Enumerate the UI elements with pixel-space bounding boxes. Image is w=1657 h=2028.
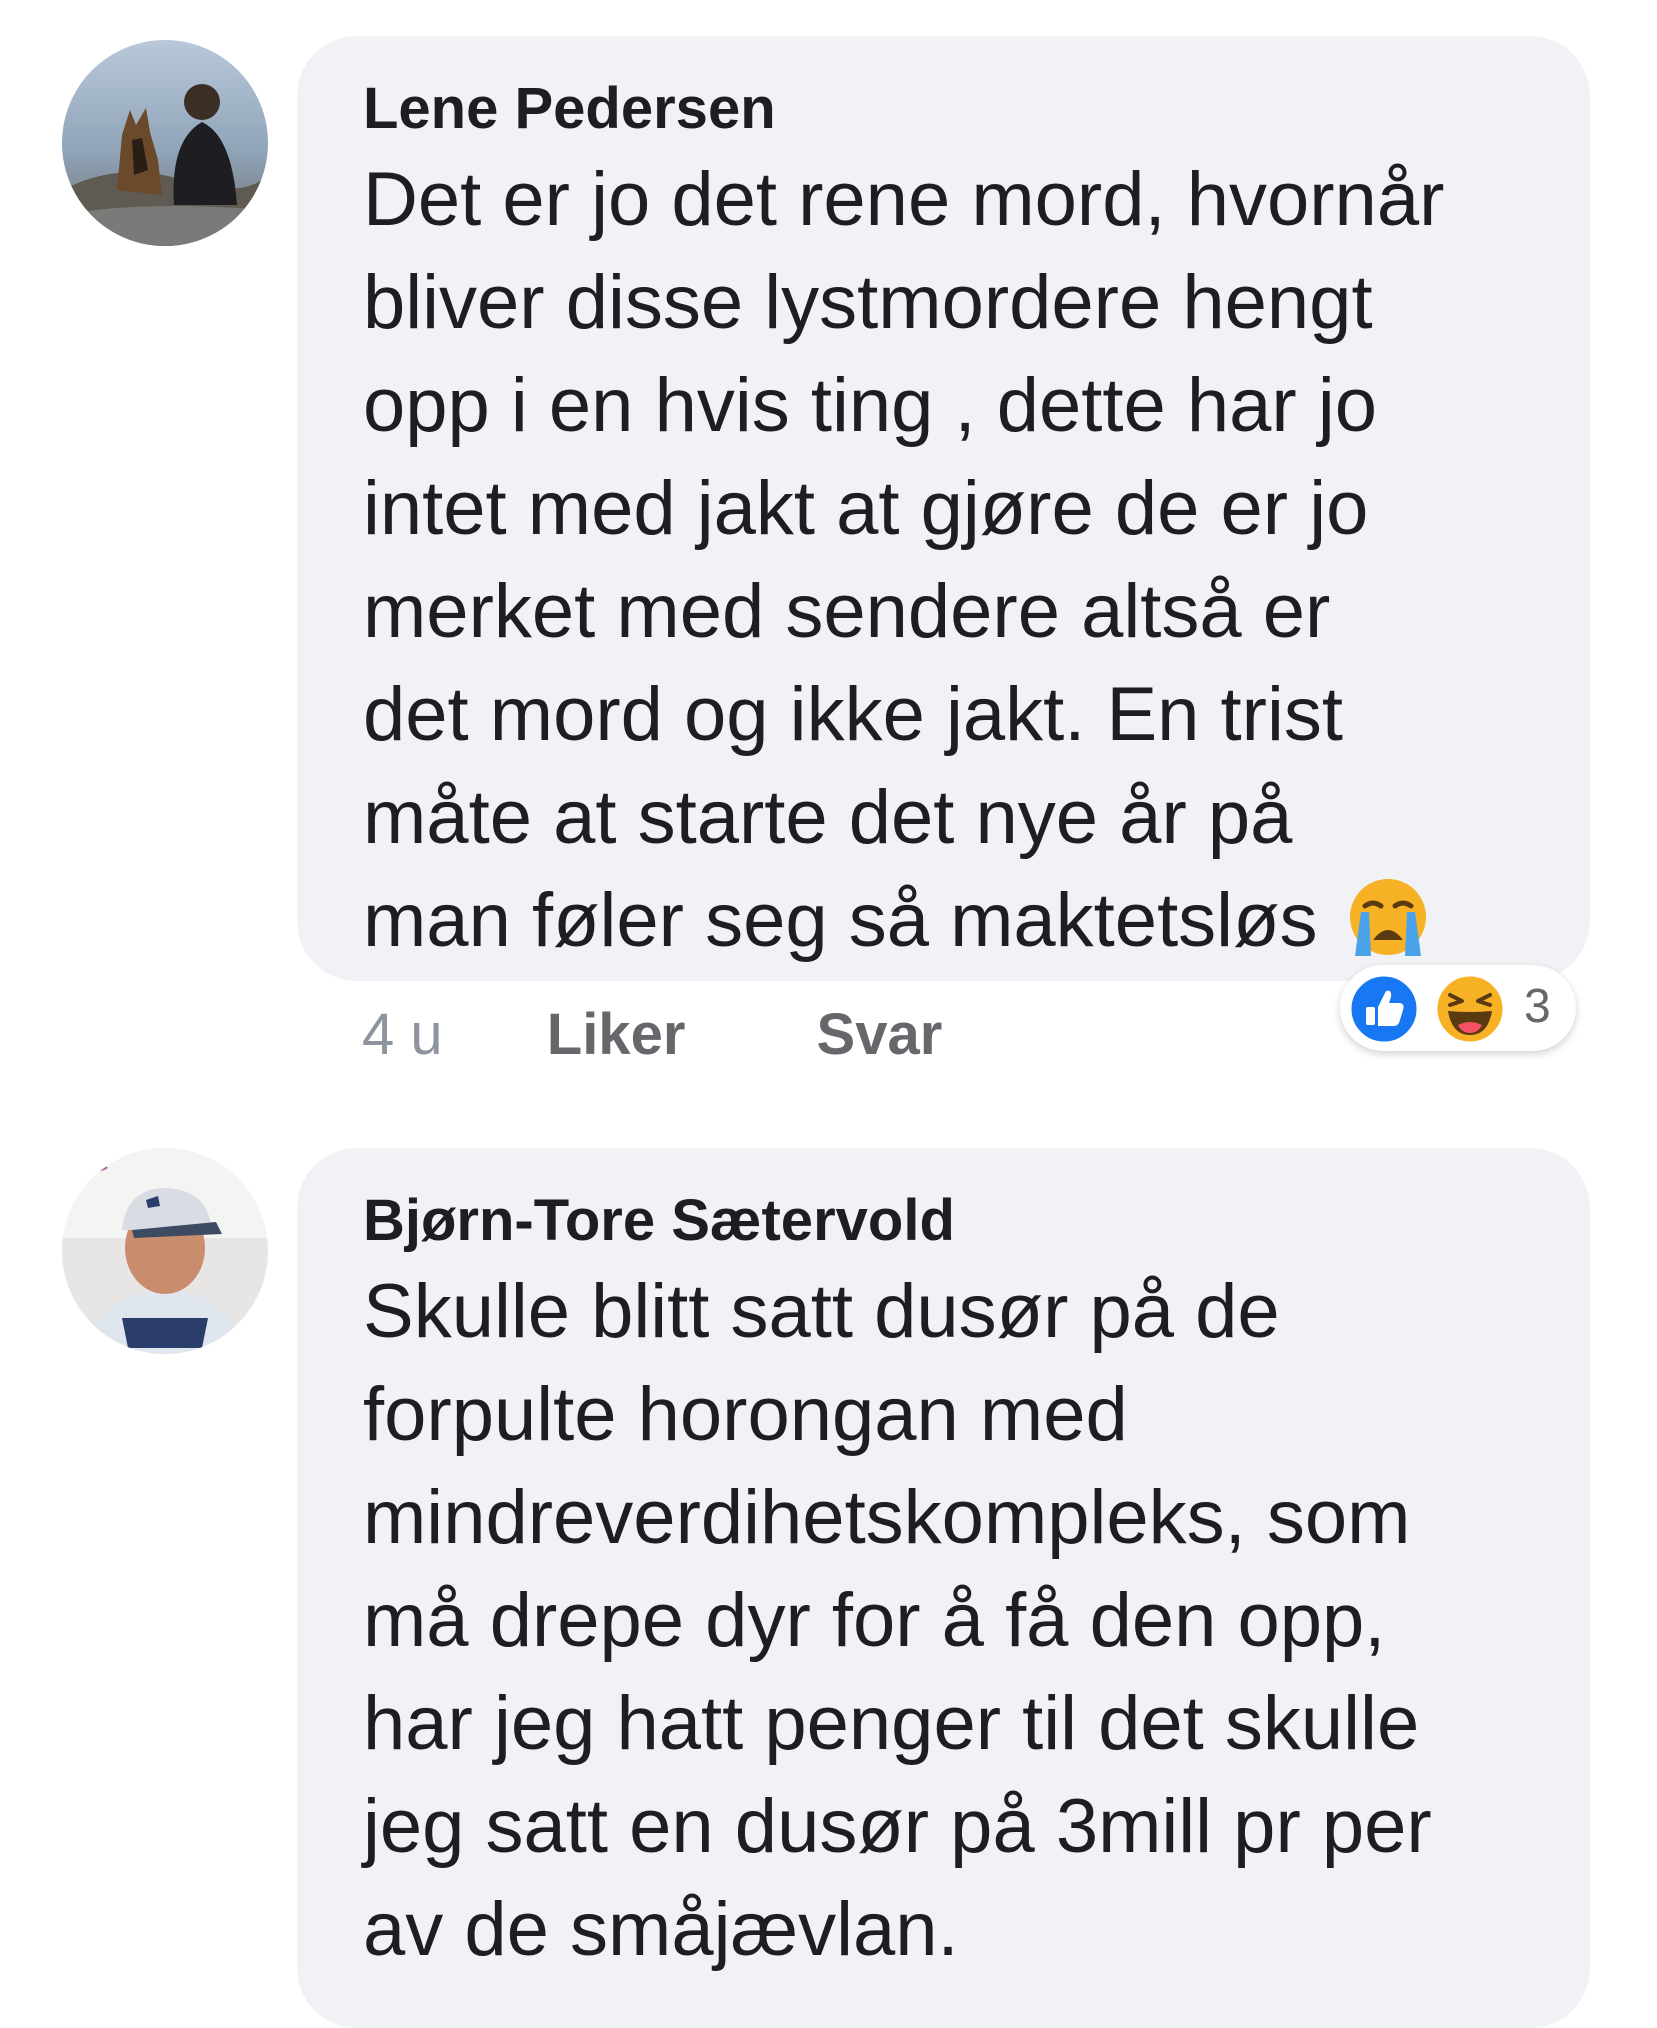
text-line: jeg satt en dusør på 3mill pr per: [363, 1784, 1432, 1869]
like-reaction-icon: [1348, 973, 1420, 1050]
text-line: Skulle blitt satt dusør på de: [363, 1269, 1280, 1354]
like-button[interactable]: Liker: [547, 1002, 686, 1067]
comment-author[interactable]: Lene Pedersen: [363, 74, 1520, 144]
comment-timestamp[interactable]: 4 u: [362, 1002, 443, 1067]
comment-bubble: Lene Pedersen Det er jo det rene mord, h…: [297, 36, 1590, 981]
comment-text: Skulle blitt satt dusør på de forpulte h…: [363, 1260, 1520, 1981]
text-line: man føler seg så maktetsløs: [363, 878, 1318, 963]
text-line-last: man føler seg så maktetsløs: [363, 869, 1520, 984]
haha-reaction-icon: [1434, 973, 1506, 1050]
text-line: det mord og ikke jakt. En trist: [363, 672, 1343, 757]
text-line: forpulte horongan med: [363, 1372, 1128, 1457]
reaction-count: 3: [1524, 980, 1551, 1033]
comment-bubble: Bjørn-Tore Sætervold Skulle blitt satt d…: [297, 1148, 1590, 2028]
text-line: Det er jo det rene mord, hvornår: [363, 157, 1445, 242]
text-line: måte at starte det nye år på: [363, 775, 1293, 860]
comment-text: Det er jo det rene mord, hvornår bliver …: [363, 148, 1520, 984]
text-line: merket med sendere altså er: [363, 569, 1331, 654]
text-line: opp i en hvis ting , dette har jo: [363, 363, 1377, 448]
text-line: intet med jakt at gjøre de er jo: [363, 466, 1369, 551]
text-line: av de småjævlan.: [363, 1887, 959, 1972]
text-line: mindreverdihetskompleks, som: [363, 1475, 1411, 1560]
reaction-summary[interactable]: 3: [1340, 965, 1576, 1051]
text-line: har jeg hatt penger til det skulle: [363, 1681, 1420, 1766]
comment-author[interactable]: Bjørn-Tore Sætervold: [363, 1186, 1520, 1256]
avatar[interactable]: [62, 1148, 268, 1354]
text-line: bliver disse lystmordere hengt: [363, 260, 1373, 345]
avatar[interactable]: [62, 40, 268, 246]
text-line: må drepe dyr for å få den opp,: [363, 1578, 1386, 1663]
comment-actions: 4 u Liker Svar: [362, 1000, 942, 1070]
reply-button[interactable]: Svar: [817, 1002, 943, 1067]
